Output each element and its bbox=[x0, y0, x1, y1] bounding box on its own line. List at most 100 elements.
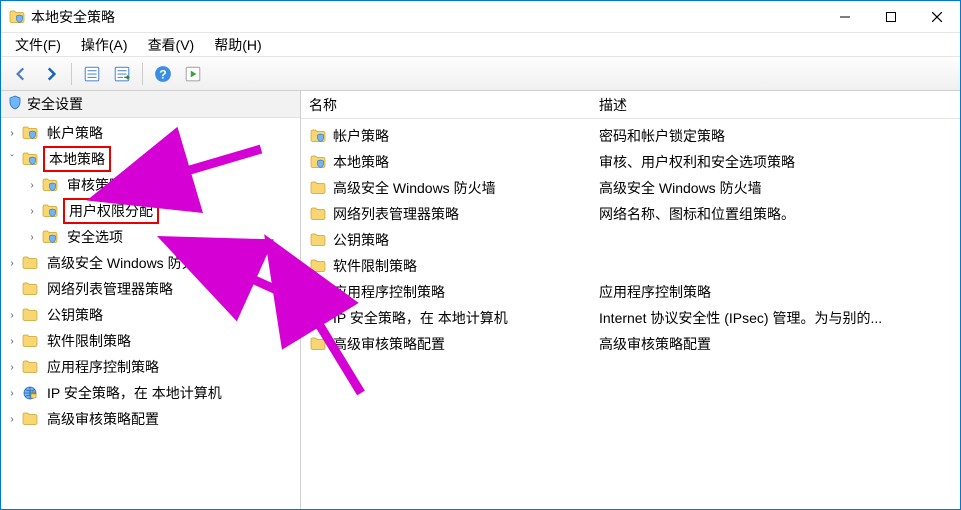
list-row[interactable]: 应用程序控制策略应用程序控制策略 bbox=[301, 279, 960, 305]
list-row-name: 网络列表管理器策略 bbox=[333, 204, 599, 224]
titlebar: 本地安全策略 bbox=[1, 1, 960, 33]
toolbar-separator bbox=[71, 63, 72, 85]
tree-item-label: 审核策略 bbox=[63, 174, 127, 196]
menu-view[interactable]: 查看(V) bbox=[140, 33, 203, 57]
list-row-name: IP 安全策略，在 本地计算机 bbox=[333, 308, 599, 328]
toolbar-help-button[interactable] bbox=[149, 61, 177, 87]
folder-icon bbox=[21, 332, 39, 350]
list-row[interactable]: 本地策略审核、用户权利和安全选项策略 bbox=[301, 149, 960, 175]
chevron-right-icon[interactable]: › bbox=[5, 386, 19, 400]
folder-policy-icon bbox=[21, 150, 39, 168]
content-area: 安全设置 ›帐户策略ˇ本地策略›审核策略›用户权限分配›安全选项›高级安全 Wi… bbox=[1, 91, 960, 509]
tree-item[interactable]: › 公钥策略 bbox=[1, 302, 300, 328]
tree-root-label: 安全设置 bbox=[27, 94, 83, 114]
list-row-desc: 高级审核策略配置 bbox=[599, 334, 952, 354]
folder-icon bbox=[309, 335, 327, 353]
column-header-name[interactable]: 名称 bbox=[309, 95, 599, 115]
folder-icon bbox=[309, 283, 327, 301]
menubar: 文件(F) 操作(A) 查看(V) 帮助(H) bbox=[1, 33, 960, 57]
list-row[interactable]: 帐户策略密码和帐户锁定策略 bbox=[301, 123, 960, 149]
toolbar bbox=[1, 57, 960, 91]
list-row[interactable]: 网络列表管理器策略网络名称、图标和位置组策略。 bbox=[301, 201, 960, 227]
tree-item[interactable]: ›用户权限分配 bbox=[21, 198, 300, 224]
list-row-desc: Internet 协议安全性 (IPsec) 管理。为与别的... bbox=[599, 308, 952, 328]
maximize-button[interactable] bbox=[868, 1, 914, 33]
minimize-button[interactable] bbox=[822, 1, 868, 33]
tree-item-label: 软件限制策略 bbox=[43, 330, 135, 352]
folder-icon bbox=[309, 205, 327, 223]
tree-item[interactable]: › 审核策略 bbox=[21, 172, 300, 198]
window-controls bbox=[822, 1, 960, 33]
chevron-right-icon[interactable]: › bbox=[5, 412, 19, 426]
tree-item-label: 网络列表管理器策略 bbox=[43, 278, 177, 300]
chevron-right-icon[interactable]: › bbox=[25, 204, 39, 218]
ipsec-icon bbox=[21, 384, 39, 402]
tree-item-label: 公钥策略 bbox=[43, 304, 107, 326]
folder-policy-icon bbox=[41, 202, 59, 220]
chevron-right-icon[interactable]: › bbox=[5, 126, 19, 140]
tree-item[interactable]: › 软件限制策略 bbox=[1, 328, 300, 354]
list-row-name: 高级审核策略配置 bbox=[333, 334, 599, 354]
tree-item[interactable]: ˇ本地策略 bbox=[1, 146, 300, 172]
list-row[interactable]: 高级审核策略配置高级审核策略配置 bbox=[301, 331, 960, 357]
chevron-right-icon[interactable]: › bbox=[5, 308, 19, 322]
list-row-name: 软件限制策略 bbox=[333, 256, 599, 276]
toolbar-tableview-button[interactable] bbox=[78, 61, 106, 87]
toolbar-export-button[interactable] bbox=[108, 61, 136, 87]
folder-icon bbox=[21, 306, 39, 324]
tree-item[interactable]: ›高级安全 Windows 防火墙 bbox=[1, 250, 300, 276]
list-pane[interactable]: 名称 描述 帐户策略密码和帐户锁定策略本地策略审核、用户权利和安全选项策略高级安… bbox=[301, 91, 960, 509]
folder-policy-icon bbox=[309, 153, 327, 171]
chevron-right-icon[interactable]: › bbox=[5, 334, 19, 348]
close-button[interactable] bbox=[914, 1, 960, 33]
tree-item[interactable]: 网络列表管理器策略 bbox=[1, 276, 300, 302]
tree-item[interactable]: › IP 安全策略，在 本地计算机 bbox=[1, 380, 300, 406]
chevron-right-icon[interactable]: › bbox=[5, 360, 19, 374]
list-row-name: 本地策略 bbox=[333, 152, 599, 172]
tree-item[interactable]: › 帐户策略 bbox=[1, 120, 300, 146]
list-header: 名称 描述 bbox=[301, 91, 960, 119]
folder-icon bbox=[21, 280, 39, 298]
tree-item-label: IP 安全策略，在 本地计算机 bbox=[43, 382, 226, 404]
chevron-right-icon[interactable]: › bbox=[25, 178, 39, 192]
tree-pane[interactable]: 安全设置 › 帐户策略ˇ本地策略 › 审核策略›用户权限分配›安全选项›高级安全 Wi… bbox=[1, 91, 301, 509]
folder-icon bbox=[21, 358, 39, 376]
list-row-name: 帐户策略 bbox=[333, 126, 599, 146]
folder-policy-icon bbox=[309, 127, 327, 145]
folder-policy-icon bbox=[41, 176, 59, 194]
tree-item[interactable]: ›安全选项 bbox=[21, 224, 300, 250]
chevron-down-icon[interactable]: ˇ bbox=[5, 152, 19, 166]
list-row-desc: 高级安全 Windows 防火墙 bbox=[599, 178, 952, 198]
toolbar-run-button[interactable] bbox=[179, 61, 207, 87]
folder-icon bbox=[21, 254, 39, 272]
tree-item-label: 高级审核策略配置 bbox=[43, 408, 163, 430]
toolbar-back-button[interactable] bbox=[7, 61, 35, 87]
chevron-right-icon[interactable]: › bbox=[5, 256, 19, 270]
toolbar-forward-button[interactable] bbox=[37, 61, 65, 87]
app-window: 本地安全策略 文件(F) 操作(A) 查看(V) 帮助(H) bbox=[0, 0, 961, 510]
menu-action[interactable]: 操作(A) bbox=[73, 33, 136, 57]
list-row[interactable]: 公钥策略 bbox=[301, 227, 960, 253]
tree-root[interactable]: 安全设置 bbox=[1, 91, 300, 118]
menu-file[interactable]: 文件(F) bbox=[7, 33, 69, 57]
list-row[interactable]: IP 安全策略，在 本地计算机Internet 协议安全性 (IPsec) 管理… bbox=[301, 305, 960, 331]
folder-icon bbox=[21, 410, 39, 428]
list-row-name: 高级安全 Windows 防火墙 bbox=[333, 178, 599, 198]
column-header-desc[interactable]: 描述 bbox=[599, 95, 952, 115]
tree-item-label: 帐户策略 bbox=[43, 122, 107, 144]
folder-icon bbox=[309, 257, 327, 275]
ipsec-icon bbox=[309, 309, 327, 327]
app-icon bbox=[9, 9, 25, 25]
menu-help[interactable]: 帮助(H) bbox=[206, 33, 269, 57]
list-row[interactable]: 高级安全 Windows 防火墙高级安全 Windows 防火墙 bbox=[301, 175, 960, 201]
chevron-right-icon[interactable]: › bbox=[25, 230, 39, 244]
list-row-desc: 应用程序控制策略 bbox=[599, 282, 952, 302]
folder-policy-icon bbox=[21, 124, 39, 142]
folder-icon bbox=[309, 179, 327, 197]
list-row[interactable]: 软件限制策略 bbox=[301, 253, 960, 279]
tree-item[interactable]: ›应用程序控制策略 bbox=[1, 354, 300, 380]
list-row-desc: 网络名称、图标和位置组策略。 bbox=[599, 204, 952, 224]
tree-item[interactable]: › 高级审核策略配置 bbox=[1, 406, 300, 432]
folder-icon bbox=[309, 231, 327, 249]
folder-policy-icon bbox=[41, 228, 59, 246]
